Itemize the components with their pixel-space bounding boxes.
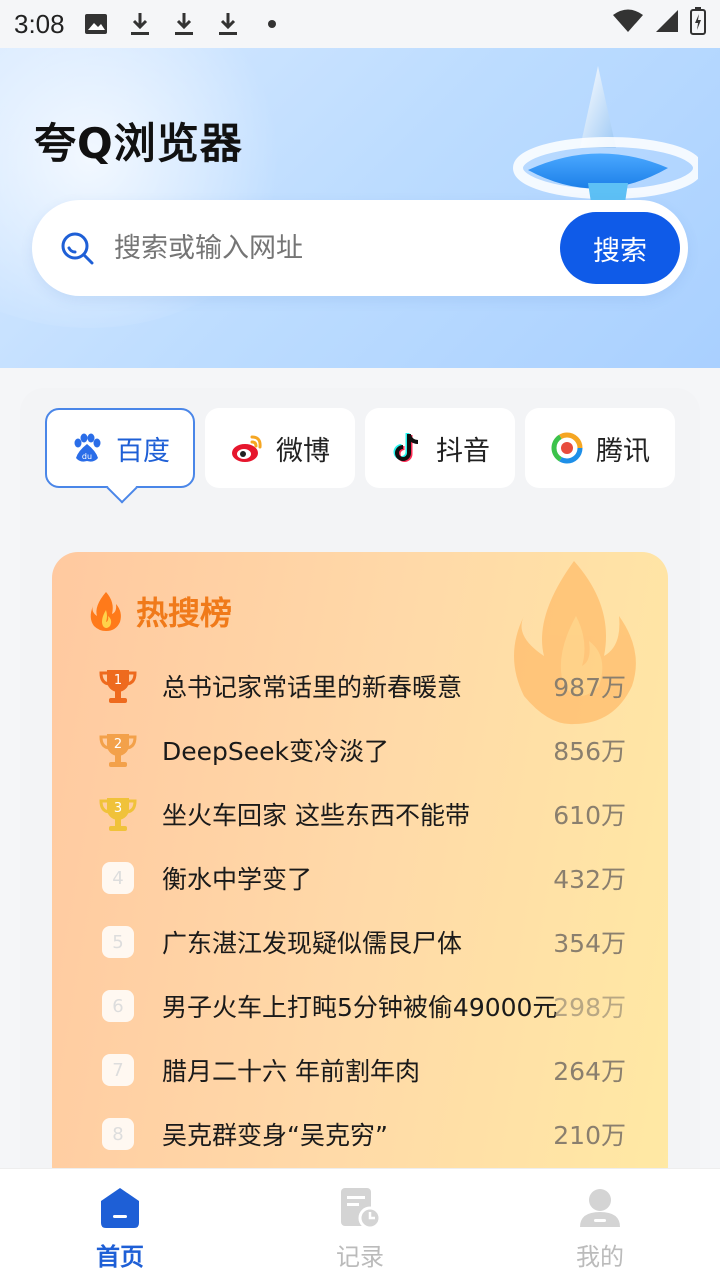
svg-text:2: 2 (114, 737, 122, 752)
hot-item-title: 男子火车上打盹5分钟被偷49000元 (162, 993, 558, 1022)
rank-badge: 4 (102, 862, 134, 894)
rank-badge: 7 (102, 1054, 134, 1086)
tencent-news-icon (550, 431, 584, 465)
hot-item-count: 264万 (553, 1057, 626, 1086)
svg-text:du: du (82, 452, 92, 461)
app-title: 夸Q浏览器 (34, 119, 243, 168)
rank-badge: 5 (102, 926, 134, 958)
signal-icon (654, 8, 680, 41)
nav-history[interactable]: 记录 (240, 1169, 480, 1280)
bottom-nav: 首页 记录 我的 (0, 1168, 720, 1280)
status-time: 3:08 (14, 8, 65, 39)
dot-icon (259, 11, 285, 37)
tab-label: 百度 (116, 435, 170, 467)
rank-badge: 8 (102, 1118, 134, 1150)
search-input[interactable] (114, 232, 534, 264)
hot-item-title: 腊月二十六 年前割年肉 (162, 1057, 420, 1086)
hot-list-item[interactable]: 3 坐火车回家 这些东西不能带 610万 (96, 782, 626, 846)
baidu-icon: du (70, 431, 104, 465)
hot-list-item[interactable]: 2 DeepSeek变冷淡了 856万 (96, 718, 626, 782)
search-box[interactable]: 搜索 (32, 200, 688, 296)
profile-icon (580, 1189, 620, 1227)
tab-tencent[interactable]: 腾讯 (525, 408, 675, 488)
hot-list: 1 总书记家常话里的新春暖意 987万 2 DeepSeek变冷淡了 856万 … (96, 654, 626, 1166)
hot-list-item[interactable]: 8 吴克群变身“吴克穷” 210万 (96, 1102, 626, 1166)
hot-list-item[interactable]: 6 男子火车上打盹5分钟被偷49000元 298万 (96, 974, 626, 1038)
nav-label: 首页 (96, 1243, 144, 1271)
hot-item-count: 856万 (553, 737, 626, 766)
rank-badge: 6 (102, 990, 134, 1022)
weibo-icon (230, 431, 264, 465)
hot-list-item[interactable]: 5 广东湛江发现疑似儒艮尸体 354万 (96, 910, 626, 974)
flame-icon (90, 592, 121, 631)
source-tabs: du 百度 微博 抖音 腾讯 (45, 408, 675, 488)
nav-home[interactable]: 首页 (0, 1169, 240, 1280)
hot-item-title: 总书记家常话里的新春暖意 (162, 673, 463, 702)
download-icon (215, 11, 241, 37)
hot-item-title: 吴克群变身“吴克穷” (162, 1121, 388, 1150)
hot-list-item[interactable]: 1 总书记家常话里的新春暖意 987万 (96, 654, 626, 718)
battery-icon (690, 6, 706, 42)
hot-item-title: DeepSeek变冷淡了 (162, 737, 389, 766)
svg-text:3: 3 (114, 801, 122, 816)
hot-item-title: 衡水中学变了 (162, 865, 313, 894)
history-icon (341, 1188, 382, 1230)
search-icon (61, 232, 94, 265)
hot-item-title: 广东湛江发现疑似儒艮尸体 (162, 929, 463, 958)
hot-item-title: 坐火车回家 这些东西不能带 (162, 801, 470, 830)
download-icon (127, 11, 153, 37)
hot-item-count: 298万 (553, 993, 626, 1022)
hot-list-header: 热搜榜 (88, 588, 232, 634)
wifi-icon (612, 8, 644, 41)
hot-item-count: 432万 (553, 865, 626, 894)
tab-weibo[interactable]: 微博 (205, 408, 355, 488)
trophy-gold-icon: 1 (96, 664, 140, 708)
svg-text:1: 1 (114, 673, 122, 688)
tab-douyin[interactable]: 抖音 (365, 408, 515, 488)
header: 夸Q浏览器 搜索 (0, 48, 720, 368)
nav-label: 我的 (576, 1243, 624, 1271)
hot-item-count: 987万 (553, 673, 626, 702)
tab-label: 微博 (276, 435, 330, 467)
hot-item-count: 610万 (553, 801, 626, 830)
hot-list-item[interactable]: 7 腊月二十六 年前割年肉 264万 (96, 1038, 626, 1102)
nav-profile[interactable]: 我的 (480, 1169, 720, 1280)
search-button[interactable]: 搜索 (560, 212, 680, 284)
trophy-silver-icon: 2 (96, 728, 140, 772)
nav-label: 记录 (336, 1243, 384, 1271)
hot-list-item[interactable]: 4 衡水中学变了 432万 (96, 846, 626, 910)
tab-label: 抖音 (436, 435, 490, 467)
hot-search-card: 热搜榜 1 总书记家常话里的新春暖意 987万 2 DeepSeek变冷淡了 8… (52, 552, 668, 1192)
hot-search-panel: du 百度 微博 抖音 腾讯 热搜榜 1 总书记家常话里的新春暖意 987万 2… (20, 388, 700, 1192)
hot-list-title: 热搜榜 (136, 594, 233, 632)
image-icon (83, 11, 109, 37)
home-icon (101, 1188, 139, 1228)
trophy-bronze-icon: 3 (96, 792, 140, 836)
download-icon (171, 11, 197, 37)
tab-label: 腾讯 (596, 435, 650, 467)
hot-item-count: 210万 (553, 1121, 626, 1150)
hot-item-count: 354万 (553, 929, 626, 958)
douyin-icon (390, 431, 424, 465)
tab-baidu[interactable]: du 百度 (45, 408, 195, 488)
status-bar: 3:08 (0, 0, 720, 48)
